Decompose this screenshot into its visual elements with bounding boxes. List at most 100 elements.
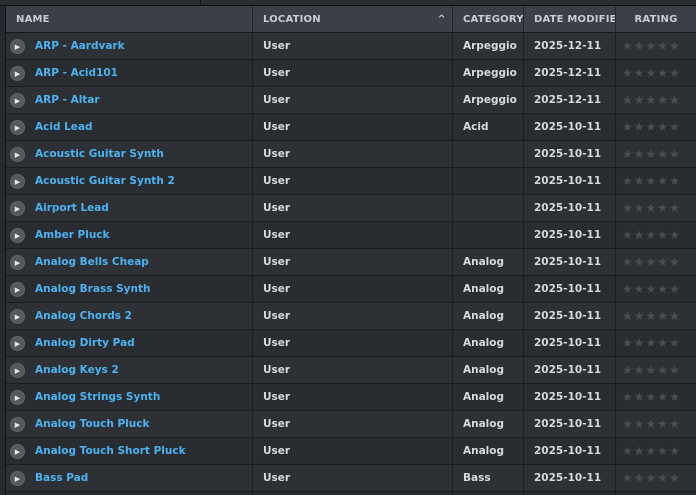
- star-icon[interactable]: ★: [669, 249, 680, 275]
- play-icon[interactable]: ▶: [10, 146, 25, 162]
- star-icon[interactable]: ★: [634, 60, 645, 86]
- star-icon[interactable]: ★: [669, 465, 680, 491]
- star-icon[interactable]: ★: [646, 303, 657, 329]
- star-icon[interactable]: ★: [669, 87, 680, 113]
- play-icon[interactable]: ▶: [10, 38, 25, 54]
- star-icon[interactable]: ★: [622, 141, 633, 167]
- star-icon[interactable]: ★: [657, 357, 668, 383]
- star-icon[interactable]: ★: [657, 330, 668, 356]
- star-icon[interactable]: ★: [634, 330, 645, 356]
- table-row[interactable]: ▶ Analog Strings Synth User Analog 2025-10-1…: [6, 384, 696, 411]
- star-icon[interactable]: ★: [622, 411, 633, 437]
- star-icon[interactable]: ★: [622, 114, 633, 140]
- star-icon[interactable]: ★: [634, 384, 645, 410]
- star-icon[interactable]: ★: [634, 33, 645, 59]
- star-icon[interactable]: ★: [622, 465, 633, 491]
- column-header-category[interactable]: CATEGORY: [453, 6, 524, 33]
- star-icon[interactable]: ★: [634, 249, 645, 275]
- play-icon[interactable]: ▶: [10, 254, 25, 270]
- column-header-location[interactable]: LOCATION ^: [253, 6, 453, 33]
- star-icon[interactable]: ★: [634, 195, 645, 221]
- star-icon[interactable]: ★: [646, 168, 657, 194]
- star-icon[interactable]: ★: [646, 384, 657, 410]
- table-row[interactable]: ▶ Acoustic Guitar Synth 2 User 2025-10-11 ★ ★…: [6, 168, 696, 195]
- table-row[interactable]: ▶ Analog Touch Short Pluck User Analog 2025-…: [6, 438, 696, 465]
- star-icon[interactable]: ★: [622, 330, 633, 356]
- star-icon[interactable]: ★: [646, 438, 657, 464]
- star-icon[interactable]: ★: [646, 411, 657, 437]
- play-icon[interactable]: ▶: [10, 281, 25, 297]
- star-icon[interactable]: ★: [622, 357, 633, 383]
- star-icon[interactable]: ★: [622, 168, 633, 194]
- star-icon[interactable]: ★: [669, 114, 680, 140]
- table-row[interactable]: ▶ Analog Dirty Pad User Analog 2025-10-11 ★ ★ ★…: [6, 330, 696, 357]
- play-icon[interactable]: ▶: [10, 416, 25, 432]
- play-icon[interactable]: ▶: [10, 389, 25, 405]
- star-icon[interactable]: ★: [634, 141, 645, 167]
- star-icon[interactable]: ★: [669, 303, 680, 329]
- star-icon[interactable]: ★: [657, 384, 668, 410]
- star-icon[interactable]: ★: [669, 222, 680, 248]
- star-icon[interactable]: ★: [646, 60, 657, 86]
- star-icon[interactable]: ★: [669, 168, 680, 194]
- table-row[interactable]: ▶ ARP - Aardvark User Arpeggio 2025-12-11 ★ ★ ★…: [6, 33, 696, 60]
- star-icon[interactable]: ★: [634, 303, 645, 329]
- star-icon[interactable]: ★: [622, 303, 633, 329]
- star-icon[interactable]: ★: [669, 195, 680, 221]
- table-row[interactable]: ▶ Acid Lead User Acid 2025-10-11 ★ ★ ★ ★ ★: [6, 114, 696, 141]
- star-icon[interactable]: ★: [657, 249, 668, 275]
- star-icon[interactable]: ★: [634, 411, 645, 437]
- play-icon[interactable]: ▶: [10, 362, 25, 378]
- table-row[interactable]: ▶ ARP - Altar User Arpeggio 2025-12-11 ★ ★ ★ ★ ★: [6, 87, 696, 114]
- star-icon[interactable]: ★: [646, 357, 657, 383]
- table-row[interactable]: ▶ Bass Pad User Bass 2025-10-11 ★ ★ ★ ★ ★: [6, 465, 696, 492]
- star-icon[interactable]: ★: [657, 222, 668, 248]
- star-icon[interactable]: ★: [657, 195, 668, 221]
- star-icon[interactable]: ★: [622, 33, 633, 59]
- star-icon[interactable]: ★: [669, 384, 680, 410]
- star-icon[interactable]: ★: [669, 60, 680, 86]
- star-icon[interactable]: ★: [646, 114, 657, 140]
- star-icon[interactable]: ★: [657, 114, 668, 140]
- star-icon[interactable]: ★: [634, 357, 645, 383]
- play-icon[interactable]: ▶: [10, 119, 25, 135]
- star-icon[interactable]: ★: [657, 33, 668, 59]
- star-icon[interactable]: ★: [634, 114, 645, 140]
- table-row[interactable]: ▶ Analog Keys 2 User Analog 2025-10-11 ★ ★ ★ ★ ★: [6, 357, 696, 384]
- column-header-date-modified[interactable]: DATE MODIFIED: [524, 6, 616, 33]
- play-icon[interactable]: ▶: [10, 308, 25, 324]
- table-row[interactable]: ▶ Acoustic Guitar Synth User 2025-10-11 ★ ★ ★ ★…: [6, 141, 696, 168]
- play-icon[interactable]: ▶: [10, 65, 25, 81]
- play-icon[interactable]: ▶: [10, 227, 25, 243]
- star-icon[interactable]: ★: [669, 411, 680, 437]
- table-row[interactable]: ▶ Analog Bells Cheap User Analog 2025-10-11 ★…: [6, 249, 696, 276]
- star-icon[interactable]: ★: [634, 438, 645, 464]
- play-icon[interactable]: ▶: [10, 443, 25, 459]
- star-icon[interactable]: ★: [646, 33, 657, 59]
- star-icon[interactable]: ★: [657, 141, 668, 167]
- star-icon[interactable]: ★: [657, 87, 668, 113]
- play-icon[interactable]: ▶: [10, 335, 25, 351]
- star-icon[interactable]: ★: [622, 222, 633, 248]
- star-icon[interactable]: ★: [622, 87, 633, 113]
- play-icon[interactable]: ▶: [10, 92, 25, 108]
- table-row[interactable]: ▶ ARP - Acid101 User Arpeggio 2025-12-11 ★ ★ ★ ★…: [6, 60, 696, 87]
- star-icon[interactable]: ★: [634, 465, 645, 491]
- star-icon[interactable]: ★: [646, 276, 657, 302]
- table-row[interactable]: ▶ Amber Pluck User 2025-10-11 ★ ★ ★ ★ ★: [6, 222, 696, 249]
- star-icon[interactable]: ★: [669, 357, 680, 383]
- column-header-name[interactable]: NAME: [6, 6, 253, 33]
- star-icon[interactable]: ★: [622, 249, 633, 275]
- star-icon[interactable]: ★: [634, 222, 645, 248]
- table-row[interactable]: ▶ Analog Chords 2 User Analog 2025-10-11 ★ ★ ★ ★…: [6, 303, 696, 330]
- star-icon[interactable]: ★: [657, 465, 668, 491]
- column-header-rating[interactable]: RATING: [616, 6, 696, 33]
- star-icon[interactable]: ★: [634, 168, 645, 194]
- star-icon[interactable]: ★: [646, 222, 657, 248]
- star-icon[interactable]: ★: [657, 168, 668, 194]
- star-icon[interactable]: ★: [622, 276, 633, 302]
- star-icon[interactable]: ★: [669, 33, 680, 59]
- star-icon[interactable]: ★: [646, 141, 657, 167]
- star-icon[interactable]: ★: [669, 330, 680, 356]
- star-icon[interactable]: ★: [657, 60, 668, 86]
